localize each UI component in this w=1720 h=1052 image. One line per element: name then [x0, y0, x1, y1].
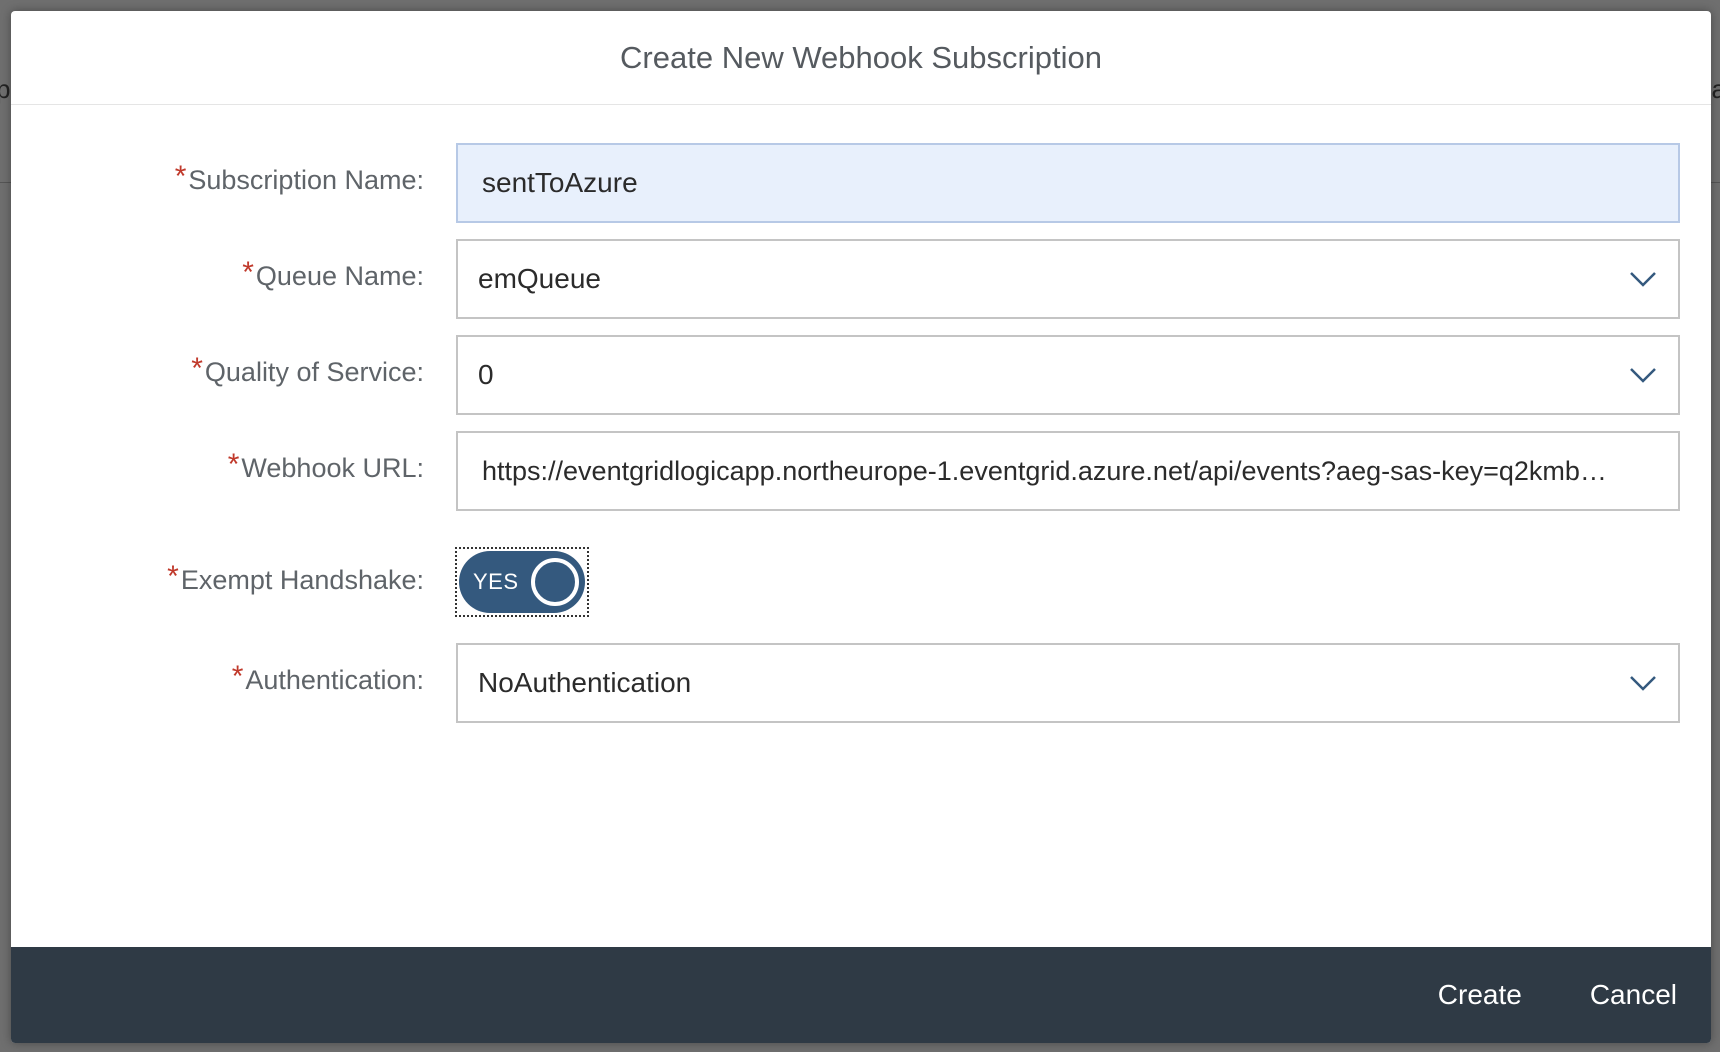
exempt-handshake-label-text: Exempt Handshake:: [180, 565, 424, 595]
required-marker: *: [231, 660, 244, 693]
required-marker: *: [167, 560, 179, 593]
required-marker: *: [191, 352, 203, 385]
exempt-handshake-toggle-focus[interactable]: YES: [455, 547, 589, 617]
webhook-url-value: https://eventgridlogicapp.northeurope-1.…: [482, 455, 1607, 486]
chevron-down-icon[interactable]: [1608, 645, 1678, 721]
toggle-knob-icon[interactable]: [531, 558, 579, 606]
authentication-value: NoAuthentication: [478, 667, 692, 698]
background-fragment-right: a: [1711, 74, 1720, 104]
authentication-label-text: Authentication:: [245, 665, 424, 695]
toggle-state-label: YES: [473, 569, 519, 594]
exempt-handshake-label: * Exempt Handshake:: [167, 560, 424, 596]
subscription-name-label-text: Subscription Name:: [188, 165, 424, 195]
authentication-select[interactable]: NoAuthentication: [456, 643, 1680, 723]
queue-name-label: * Queue Name:: [242, 256, 424, 292]
quality-of-service-label: * Quality of Service:: [191, 352, 424, 388]
exempt-handshake-toggle[interactable]: YES: [459, 551, 585, 613]
authentication-label: * Authentication:: [231, 660, 424, 696]
quality-of-service-label-text: Quality of Service:: [204, 357, 424, 387]
webhook-url-input[interactable]: https://eventgridlogicapp.northeurope-1.…: [456, 431, 1680, 511]
dialog-title: Create New Webhook Subscription: [620, 39, 1102, 75]
subscription-name-value: sentToAzure: [482, 167, 638, 198]
webhook-subscription-dialog: Create New Webhook Subscription * Subscr…: [11, 11, 1711, 1043]
quality-of-service-select[interactable]: 0: [456, 335, 1680, 415]
create-button[interactable]: Create: [1438, 979, 1522, 1011]
subscription-name-label: * Subscription Name:: [174, 160, 424, 196]
required-marker: *: [174, 160, 187, 193]
subscription-name-input[interactable]: sentToAzure: [456, 143, 1680, 223]
required-marker: *: [227, 448, 240, 481]
chevron-down-icon[interactable]: [1608, 337, 1678, 413]
queue-name-label-text: Queue Name:: [255, 261, 424, 291]
cancel-button[interactable]: Cancel: [1590, 979, 1677, 1011]
webhook-url-label: * Webhook URL:: [227, 448, 424, 484]
queue-name-value: emQueue: [478, 263, 601, 294]
dialog-footer: Create Cancel: [11, 947, 1711, 1043]
required-marker: *: [242, 256, 254, 289]
background-fragment-left: p: [0, 74, 11, 104]
dialog-header: Create New Webhook Subscription: [11, 11, 1711, 105]
webhook-url-label-text: Webhook URL:: [241, 453, 424, 483]
chevron-down-icon[interactable]: [1608, 241, 1678, 317]
quality-of-service-value: 0: [478, 359, 494, 390]
queue-name-select[interactable]: emQueue: [456, 239, 1680, 319]
